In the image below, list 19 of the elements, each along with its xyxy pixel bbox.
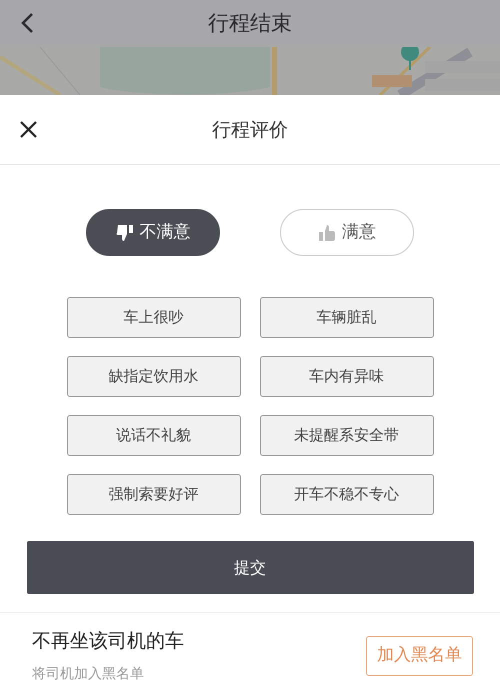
reason-tag[interactable]: 车上很吵	[66, 297, 240, 338]
rating-button[interactable]: 满意	[280, 209, 414, 256]
submit-button[interactable]: 提交	[26, 541, 474, 594]
back-icon[interactable]	[20, 12, 34, 34]
close-icon[interactable]	[20, 121, 37, 138]
thumbs-up-icon	[318, 224, 336, 242]
rating-button[interactable]: 不满意	[86, 209, 220, 256]
reason-tag[interactable]: 强制索要好评	[66, 474, 240, 515]
screen-title: 行程结束	[208, 11, 292, 35]
reason-tag[interactable]: 未提醒系安全带	[260, 415, 434, 456]
reason-tag[interactable]: 缺指定饮用水	[66, 356, 240, 397]
thumbs-down-icon	[116, 224, 134, 242]
blacklist-subtitle: 将司机加入黑名单	[32, 664, 145, 684]
reason-tag[interactable]: 车内有异味	[260, 356, 434, 397]
blacklist-title: 不再坐该司机的车	[32, 629, 184, 654]
reason-tag[interactable]: 车辆脏乱	[260, 297, 434, 338]
sheet-title: 行程评价	[212, 119, 288, 141]
reason-tag[interactable]: 说话不礼貌	[66, 415, 240, 456]
reason-tag[interactable]: 开车不稳不专心	[260, 474, 434, 515]
